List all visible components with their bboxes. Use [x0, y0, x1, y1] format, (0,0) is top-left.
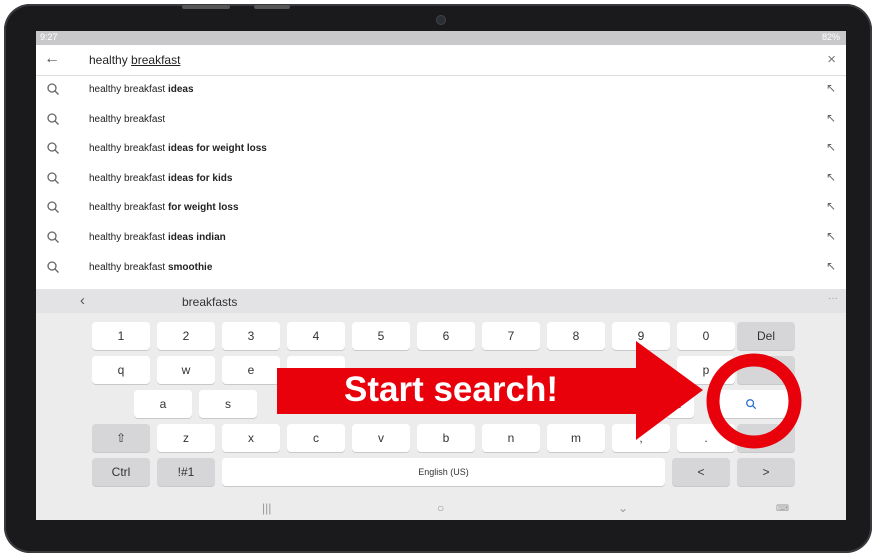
annotation-overlay [277, 341, 802, 449]
annotation-text: Start search! [344, 370, 558, 409]
annotation-circle [706, 353, 802, 449]
